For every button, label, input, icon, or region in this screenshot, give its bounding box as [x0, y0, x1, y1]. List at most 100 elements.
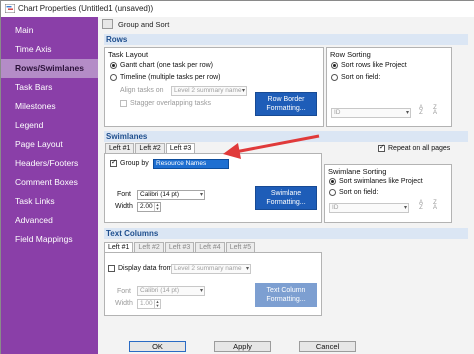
text-column-button-line1: Text Column [266, 287, 306, 294]
chevron-down-icon: ▾ [403, 205, 407, 211]
sidebar-item-page-layout[interactable]: Page Layout [1, 135, 98, 154]
sort-rows-on-field-label: Sort on field: [341, 74, 381, 81]
swimlane-button-line2: Formatting... [266, 199, 306, 206]
sidebar-item-legend[interactable]: Legend [1, 116, 98, 135]
text-column-width-label: Width [115, 300, 133, 307]
swimlane-width-value: 2.00 [140, 203, 153, 210]
group-by-checkbox[interactable] [110, 158, 117, 167]
chevron-down-icon: ▾ [405, 110, 409, 116]
swimlane-tab-left-1[interactable]: Left #1 [105, 143, 135, 153]
sort-rows-like-project-label: Sort rows like Project [341, 62, 407, 69]
text-columns-section-header: Text Columns [104, 228, 468, 239]
text-column-tabs: Left #1 Left #2 Left #3 Left #4 Left #5 [104, 242, 256, 252]
timeline-radio[interactable] [110, 74, 117, 81]
text-column-settings-group: Display data from Level 2 summary name ▾… [104, 252, 322, 316]
swimlane-font-select[interactable]: Calibri (14 pt) ▾ [137, 190, 205, 200]
sort-swimlanes-like-project-radio[interactable] [329, 178, 336, 185]
display-data-checkbox[interactable] [108, 265, 115, 272]
sort-ascending-icon[interactable]: AZ [416, 105, 426, 117]
text-column-formatting-button[interactable]: Text Column Formatting... [255, 283, 317, 307]
sidebar-item-field-mappings[interactable]: Field Mappings [1, 230, 98, 249]
group-sort-icon[interactable] [102, 19, 113, 29]
swimlane-formatting-button[interactable]: Swimlane Formatting... [255, 186, 317, 210]
group-by-select[interactable]: Resource Names [153, 159, 229, 169]
sidebar-item-task-links[interactable]: Task Links [1, 192, 98, 211]
swimlane-width-label: Width [115, 203, 133, 210]
swimlane-tabs: Left #1 Left #2 Left #3 [105, 143, 196, 153]
sidebar-item-time-axis[interactable]: Time Axis [1, 40, 98, 59]
apply-button[interactable]: Apply [214, 341, 271, 352]
task-layout-legend: Task Layout [108, 50, 149, 59]
swimlane-settings-group: Group by Resource Names Font Calibri (14… [104, 153, 322, 223]
sidebar-item-main[interactable]: Main [1, 21, 98, 40]
sort-swimlanes-on-field-radio[interactable] [329, 189, 336, 196]
task-layout-group: Task Layout Gantt chart (one task per ro… [104, 47, 324, 127]
row-sort-field-select[interactable]: ID ▾ [331, 108, 411, 118]
chevron-down-icon: ▾ [241, 88, 245, 94]
window-title: Chart Properties (Untitled1 (unsaved)) [18, 4, 154, 13]
sort-swimlanes-like-project-label: Sort swimlanes like Project [339, 178, 423, 185]
stagger-label: Stagger overlapping tasks [130, 100, 211, 107]
align-tasks-select[interactable]: Level 2 summary name ▾ [171, 86, 247, 96]
chevron-down-icon: ▾ [199, 288, 203, 294]
swimlanes-section-header: Swimlanes [104, 131, 468, 142]
spinner-arrows-icon[interactable]: ▲ ▼ [154, 203, 160, 211]
swimlane-sort-field-select[interactable]: ID ▾ [329, 203, 409, 213]
sidebar-item-advanced[interactable]: Advanced [1, 211, 98, 230]
sort-ascending-icon[interactable]: AZ [416, 200, 426, 212]
text-column-font-select[interactable]: Calibri (14 pt) ▾ [137, 286, 205, 296]
timeline-label: Timeline (multiple tasks per row) [120, 74, 221, 81]
rows-section-header: Rows [104, 34, 468, 45]
text-column-button-line2: Formatting... [266, 296, 306, 303]
repeat-all-pages-checkbox[interactable] [378, 143, 385, 152]
sidebar-item-task-bars[interactable]: Task Bars [1, 78, 98, 97]
gantt-chart-label: Gantt chart (one task per row) [120, 62, 213, 69]
sort-rows-like-project-radio[interactable] [331, 62, 338, 69]
text-column-width-spinner[interactable]: 1.00 ▲ ▼ [137, 299, 161, 309]
gantt-chart-radio[interactable] [110, 62, 117, 69]
row-sort-field-value: ID [334, 109, 341, 116]
swimlane-tab-left-3[interactable]: Left #3 [165, 143, 196, 153]
text-column-tab-left-4[interactable]: Left #4 [195, 242, 225, 252]
display-data-value: Level 2 summary name [174, 265, 242, 272]
chart-properties-window: Chart Properties (Untitled1 (unsaved)) M… [0, 0, 474, 354]
display-data-label: Display data from [118, 265, 173, 272]
sidebar-item-comment-boxes[interactable]: Comment Boxes [1, 173, 98, 192]
repeat-all-pages-label: Repeat on all pages [388, 145, 451, 152]
row-border-button-line1: Row Border [267, 96, 305, 103]
sort-descending-icon[interactable]: ZA [430, 105, 440, 117]
group-by-label: Group by [120, 160, 149, 167]
toolbar-label: Group and Sort [118, 20, 170, 29]
swimlane-font-value: Calibri (14 pt) [140, 191, 180, 198]
text-column-font-value: Calibri (14 pt) [140, 287, 180, 294]
sort-swimlanes-on-field-label: Sort on field: [339, 189, 379, 196]
group-by-value: Resource Names [156, 160, 207, 167]
stagger-checkbox[interactable] [120, 100, 127, 107]
swimlane-tab-left-2[interactable]: Left #2 [135, 143, 165, 153]
main-pane: Group and Sort Rows Task Layout Gantt ch… [98, 17, 474, 354]
text-column-tab-left-2[interactable]: Left #2 [134, 242, 164, 252]
cancel-button[interactable]: Cancel [299, 341, 356, 352]
text-column-tab-left-5[interactable]: Left #5 [225, 242, 256, 252]
sort-descending-icon[interactable]: ZA [430, 200, 440, 212]
sidebar-item-headers-footers[interactable]: Headers/Footers [1, 154, 98, 173]
spinner-arrows-icon[interactable]: ▲ ▼ [154, 300, 160, 308]
align-tasks-label: Align tasks on [120, 87, 164, 94]
ok-button[interactable]: OK [129, 341, 186, 352]
swimlane-sorting-group: Swimlane Sorting Sort swimlanes like Pro… [324, 164, 452, 223]
display-data-select[interactable]: Level 2 summary name ▾ [171, 264, 251, 274]
chevron-down-icon: ▾ [199, 192, 203, 198]
swimlane-width-spinner[interactable]: 2.00 ▲ ▼ [137, 202, 161, 212]
text-column-tab-left-3[interactable]: Left #3 [164, 242, 195, 252]
chevron-down-icon: ▾ [245, 266, 249, 272]
sidebar-item-milestones[interactable]: Milestones [1, 97, 98, 116]
text-column-tab-left-1[interactable]: Left #1 [104, 242, 134, 252]
swimlane-button-line1: Swimlane [270, 190, 302, 197]
swimlane-font-label: Font [117, 191, 132, 198]
sort-rows-on-field-radio[interactable] [331, 74, 338, 81]
row-border-formatting-button[interactable]: Row Border Formatting... [255, 92, 317, 116]
sidebar-item-rows-swimlanes[interactable]: Rows/Swimlanes [1, 59, 98, 78]
title-bar: Chart Properties (Untitled1 (unsaved)) [1, 1, 474, 17]
row-border-button-line2: Formatting... [266, 105, 306, 112]
swimlane-sorting-legend: Swimlane Sorting [328, 167, 387, 176]
